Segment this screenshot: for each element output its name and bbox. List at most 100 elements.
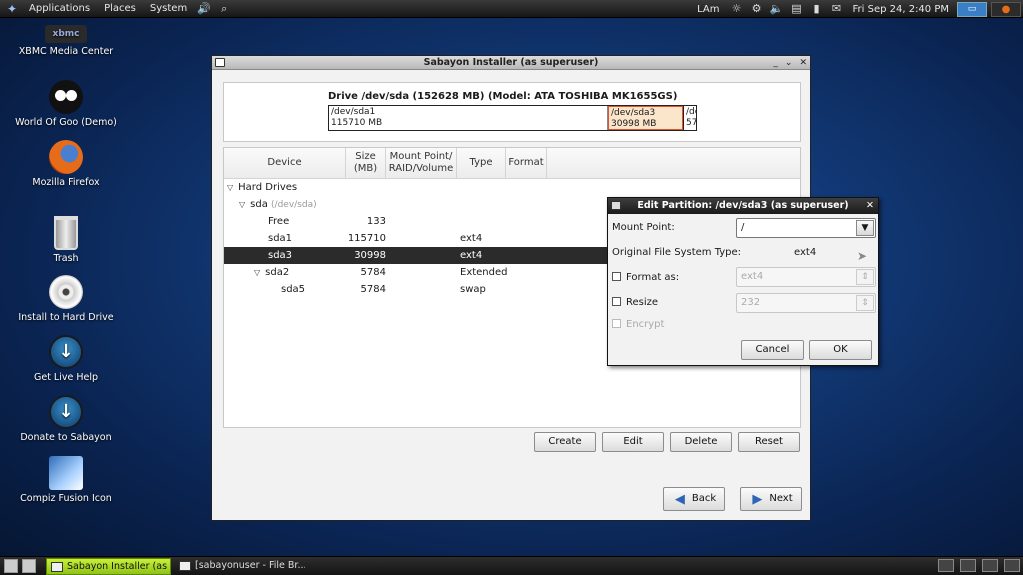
mount-point-value: / [741,222,745,233]
column-format[interactable]: Format [506,148,547,178]
cancel-button[interactable]: Cancel [741,340,804,360]
window-icon [51,562,63,572]
show-desktop-icon[interactable] [4,559,18,573]
desktop-icon-label: Mozilla Firefox [32,177,100,188]
firefox-launcher-button[interactable]: ● [991,1,1021,17]
task-label: [sabayonuser - File Br... [195,560,305,571]
workspace-1[interactable] [938,559,954,572]
show-desktop-button[interactable]: ▭ [957,1,987,17]
column-device[interactable]: Device [224,148,346,178]
task-sabayon-installer[interactable]: Sabayon Installer (as ... [46,558,171,575]
format-as-combo[interactable]: ext4 ⇕ [736,267,876,287]
delete-button[interactable]: Delete [670,432,732,452]
menu-system[interactable]: System [143,3,194,14]
chevron-down-icon[interactable]: ▼ [856,220,874,236]
mount-point-label: Mount Point: [612,222,675,233]
create-button[interactable]: Create [534,432,596,452]
menu-places[interactable]: Places [97,3,143,14]
close-icon[interactable]: ✕ [799,56,807,70]
desktop-icon-trash[interactable]: Trash [6,216,126,264]
desktop-icon-firefox[interactable]: Mozilla Firefox [6,140,126,188]
row-type: Extended [460,267,508,278]
desktop-icon-label: Trash [53,253,79,264]
desktop-icon-label: Compiz Fusion Icon [20,493,112,504]
arrow-left-icon: ◀ [674,492,685,507]
workspace-switcher [935,559,1023,572]
drive-overview: Drive /dev/sda (152628 MB) (Model: ATA T… [223,82,801,142]
resize-spinbox[interactable]: 232 ⇕ [736,293,876,313]
desktop-icon-xbmc[interactable]: xbmc XBMC Media Center [6,25,126,57]
disc-icon [49,275,83,309]
format-as-row[interactable]: Format as: [612,272,679,283]
column-type[interactable]: Type [457,148,506,178]
keyboard-layout[interactable]: LAm [690,4,726,15]
weather-sun-icon[interactable]: ☼ [730,2,744,16]
spin-updown-icon: ⇕ [856,269,874,285]
format-value: ext4 [741,271,764,282]
format-as-checkbox[interactable] [612,272,621,281]
column-mount-point[interactable]: Mount Point/ RAID/Volume [386,148,457,178]
trash-icon [54,216,78,250]
expander-down-icon[interactable]: ▽ [254,268,260,277]
signal-icon[interactable]: ▮ [810,2,824,16]
workspace-2[interactable] [960,559,976,572]
desktop-icon-live-help[interactable]: Get Live Help [6,335,126,383]
resize-row[interactable]: Resize [612,297,658,308]
settings-icon[interactable]: ⚙ [750,2,764,16]
folder-icon [179,561,191,571]
mail-icon[interactable]: ✉ [830,2,844,16]
segment-size: 30998 MB [611,119,657,129]
format-as-label: Format as: [626,272,680,283]
desktop-icon-donate[interactable]: Donate to Sabayon [6,395,126,443]
firefox-icon [49,140,83,174]
network-icon[interactable]: ▤ [790,2,804,16]
row-type: swap [460,284,486,295]
resize-value: 232 [741,297,761,308]
resize-checkbox[interactable] [612,297,621,306]
expander-down-icon[interactable]: ▽ [239,200,245,209]
desktop-icon-world-of-goo[interactable]: World Of Goo (Demo) [6,80,126,128]
volume-icon[interactable]: 🔊 [197,2,211,16]
segment-sda3[interactable]: /dev/sda3 30998 MB [608,106,683,130]
workspace-3[interactable] [982,559,998,572]
mount-point-combo[interactable]: / ▼ [736,218,876,238]
workspace-icon[interactable] [22,559,36,573]
window-menu-icon[interactable] [611,201,621,210]
back-button[interactable]: ◀ Back [663,487,725,511]
reset-button[interactable]: Reset [738,432,800,452]
workspace-4[interactable] [1004,559,1020,572]
mouse-pointer-icon: ➤ [857,249,868,263]
dialog-titlebar[interactable]: Edit Partition: /dev/sda3 (as superuser)… [608,198,878,214]
volume-tray-icon[interactable]: 🔈 [770,2,784,16]
close-icon[interactable]: ✕ [866,198,874,214]
row-type: ext4 [460,250,483,261]
segment-sda1[interactable]: /dev/sda1 115710 MB [329,106,608,130]
clock[interactable]: Fri Sep 24, 2:40 PM [847,4,956,15]
row-type: ext4 [460,233,483,244]
row-device: sda [250,199,268,210]
desktop-icon: ▭ [967,4,977,14]
search-icon[interactable]: ⌕ [217,2,231,16]
installer-titlebar[interactable]: Sabayon Installer (as superuser) _ ⌄ ✕ [212,56,810,70]
menu-applications[interactable]: Applications [22,3,97,14]
drive-title: Drive /dev/sda (152628 MB) (Model: ATA T… [328,91,678,102]
sabayon-logo-icon[interactable]: ✦ [5,2,19,16]
desktop-icon-compiz[interactable]: Compiz Fusion Icon [6,456,126,504]
ok-button[interactable]: OK [809,340,872,360]
segment-sda2[interactable]: /de 578 [683,106,696,130]
desktop-icon-label: Get Live Help [33,372,99,383]
desktop-icon-label: Donate to Sabayon [20,432,112,443]
desktop-icon-install[interactable]: Install to Hard Drive [6,275,126,323]
dialog-title: Edit Partition: /dev/sda3 (as superuser) [637,200,849,211]
window-menu-icon[interactable] [215,58,225,67]
expander-down-icon[interactable]: ▽ [227,183,233,192]
encrypt-checkbox [612,319,621,328]
row-size: 30998 [354,250,386,261]
edit-button[interactable]: Edit [602,432,664,452]
task-file-browser[interactable]: [sabayonuser - File Br... [175,558,305,575]
next-button[interactable]: ▶ Next [740,487,802,511]
tree-row-hard-drives[interactable]: ▽ Hard Drives [224,179,800,196]
maximize-icon[interactable]: ⌄ [785,56,793,70]
column-size[interactable]: Size (MB) [346,148,386,178]
minimize-icon[interactable]: _ [773,56,778,70]
